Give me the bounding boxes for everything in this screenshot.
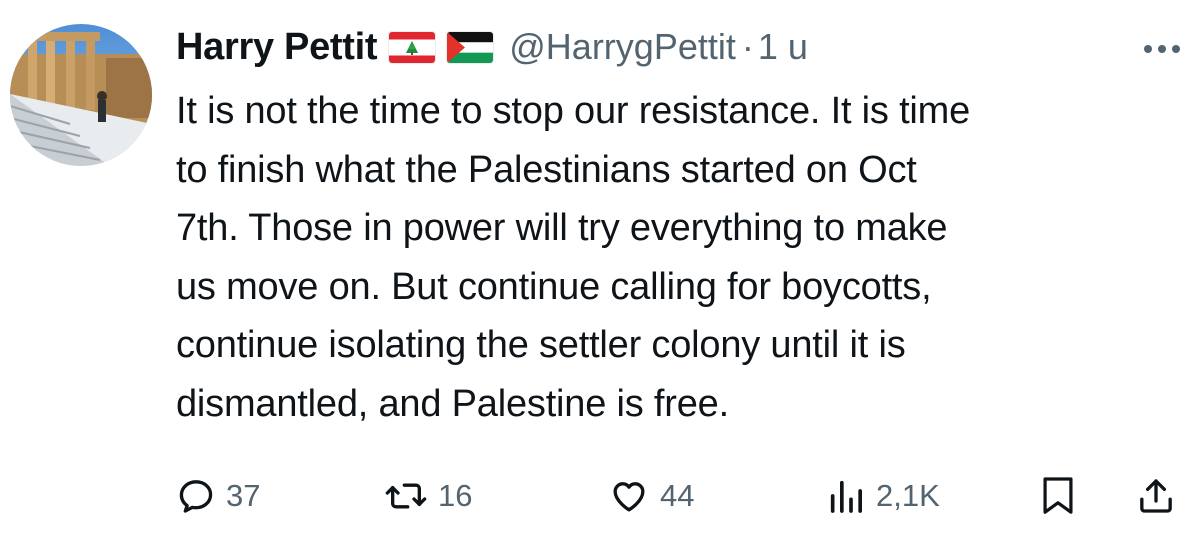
reply-count: 37 xyxy=(226,478,261,513)
author-handle[interactable]: @HarrygPettit xyxy=(509,26,736,68)
tweet-header: Harry Pettit @HarrygPettit · 1 u xyxy=(176,22,808,72)
tweet-timestamp[interactable]: 1 u xyxy=(758,26,808,68)
tweet-text-line: 7th. Those in power will try everything … xyxy=(176,207,948,249)
bookmark-button[interactable] xyxy=(1040,468,1076,524)
tweet-text-line: us move on. But continue calling for boy… xyxy=(176,265,932,308)
reply-icon xyxy=(179,480,213,513)
tweet-action-bar: 37 16 44 2,1K xyxy=(176,468,1186,524)
share-button[interactable] xyxy=(1136,468,1176,524)
reply-button[interactable]: 37 xyxy=(176,468,260,524)
heart-icon xyxy=(613,482,645,512)
more-icon xyxy=(1144,45,1180,53)
header-separator: · xyxy=(741,26,754,67)
share-icon xyxy=(1140,479,1172,513)
tweet-text-line: dismantled, and Palestine is free. xyxy=(176,382,729,425)
avatar-photo xyxy=(10,24,152,166)
author-display-name[interactable]: Harry Pettit xyxy=(176,26,378,69)
tweet-text-line: to finish what the Palestinians started … xyxy=(176,148,917,191)
tweet-text-line: continue isolating the settler colony un… xyxy=(176,324,906,366)
palestine-flag-icon xyxy=(447,31,494,63)
tweet-text: It is not the time to stop our resistanc… xyxy=(176,82,1186,433)
views-icon xyxy=(830,480,862,513)
views-button[interactable]: 2,1K xyxy=(826,468,940,524)
more-options-button[interactable] xyxy=(1136,34,1188,64)
repost-icon xyxy=(385,483,427,509)
views-count: 2,1K xyxy=(876,478,940,513)
avatar[interactable] xyxy=(10,24,152,166)
tweet-text-line: It is not the time to stop our resistanc… xyxy=(176,90,971,132)
like-count: 44 xyxy=(660,478,695,513)
repost-button[interactable]: 16 xyxy=(384,468,472,524)
repost-count: 16 xyxy=(438,478,473,513)
bookmark-icon xyxy=(1043,477,1073,514)
like-button[interactable]: 44 xyxy=(608,468,694,524)
lebanon-flag-icon xyxy=(389,31,436,63)
